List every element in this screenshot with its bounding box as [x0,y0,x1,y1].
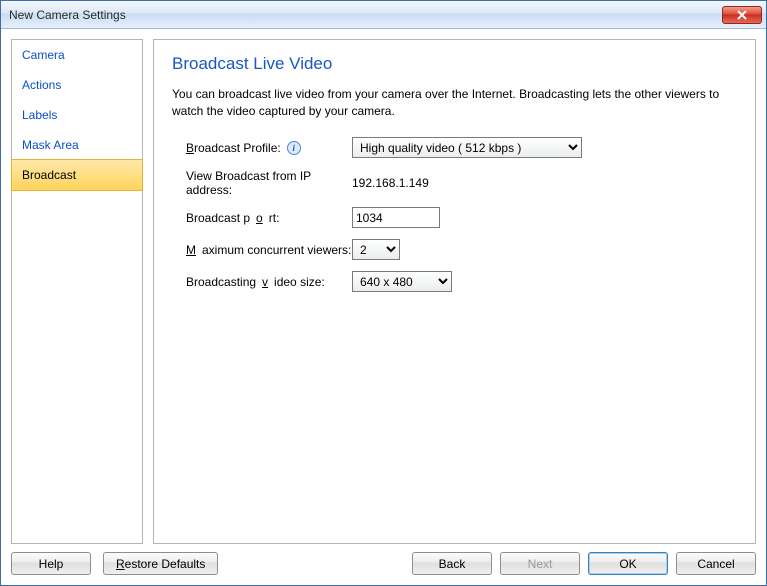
restore-defaults-button[interactable]: Restore Defaults [103,552,218,575]
broadcast-port-input[interactable] [352,207,440,228]
label-ip-address: View Broadcast from IP address: [172,169,352,197]
max-viewers-select[interactable]: 2 [352,239,400,260]
sidebar-item-actions[interactable]: Actions [12,70,142,100]
close-icon [737,10,747,20]
label-broadcast-profile: Broadcast Profile: i [172,141,352,155]
row-broadcast-port: Broadcast port: [172,207,737,229]
row-broadcast-profile: Broadcast Profile: i High quality video … [172,137,737,159]
window-title: New Camera Settings [9,8,126,22]
sidebar-item-broadcast[interactable]: Broadcast [11,159,143,191]
row-ip-address: View Broadcast from IP address: 192.168.… [172,169,737,197]
back-button[interactable]: Back [412,552,492,575]
page-description: You can broadcast live video from your c… [172,86,737,121]
sidebar-item-camera[interactable]: Camera [12,40,142,70]
help-button[interactable]: Help [11,552,91,575]
broadcast-profile-select[interactable]: High quality video ( 512 kbps ) [352,137,582,158]
row-max-viewers: Maximum concurrent viewers: 2 [172,239,737,261]
sidebar-item-labels[interactable]: Labels [12,100,142,130]
info-icon[interactable]: i [287,141,301,155]
dialog-body: Camera Actions Labels Mask Area Broadcas… [1,29,766,585]
sidebar: Camera Actions Labels Mask Area Broadcas… [11,39,143,544]
panels: Camera Actions Labels Mask Area Broadcas… [11,39,756,544]
button-row: Help Restore Defaults Back Next OK Cance… [11,544,756,579]
cancel-button[interactable]: Cancel [676,552,756,575]
row-video-size: Broadcasting video size: 640 x 480 [172,271,737,293]
close-button[interactable] [722,6,762,24]
dialog-window: New Camera Settings Camera Actions Label… [0,0,767,586]
next-button: Next [500,552,580,575]
label-broadcast-port: Broadcast port: [172,211,352,225]
sidebar-item-mask-area[interactable]: Mask Area [12,130,142,160]
titlebar: New Camera Settings [1,1,766,29]
ok-button[interactable]: OK [588,552,668,575]
page-title: Broadcast Live Video [172,54,737,74]
label-video-size: Broadcasting video size: [172,275,352,289]
ip-address-value: 192.168.1.149 [352,176,429,190]
label-max-viewers: Maximum concurrent viewers: [172,243,352,257]
content-panel: Broadcast Live Video You can broadcast l… [153,39,756,544]
video-size-select[interactable]: 640 x 480 [352,271,452,292]
